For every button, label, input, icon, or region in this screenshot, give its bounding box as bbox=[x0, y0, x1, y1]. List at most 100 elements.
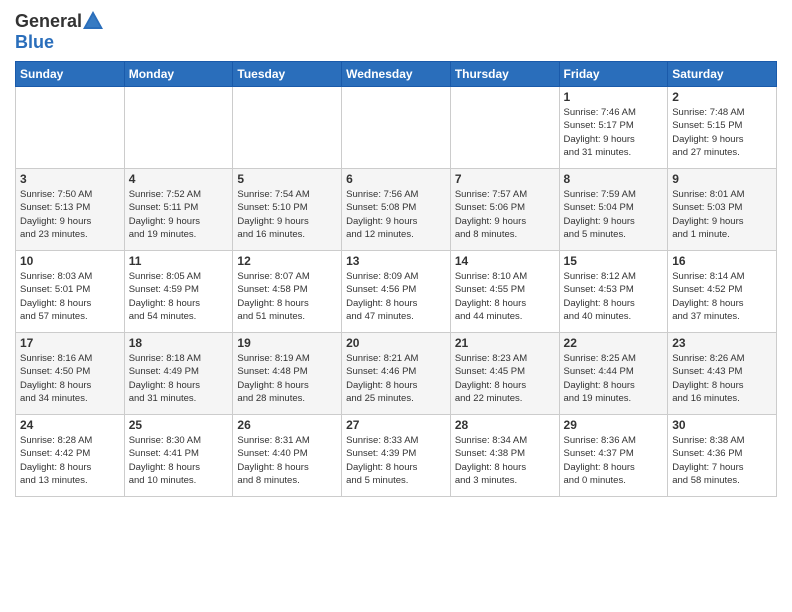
day-number: 28 bbox=[455, 418, 555, 432]
day-info: Sunrise: 8:18 AM Sunset: 4:49 PM Dayligh… bbox=[129, 352, 229, 405]
weekday-header-tuesday: Tuesday bbox=[233, 62, 342, 87]
day-info: Sunrise: 8:19 AM Sunset: 4:48 PM Dayligh… bbox=[237, 352, 337, 405]
calendar-cell: 26 Sunrise: 8:31 AM Sunset: 4:40 PM Dayli… bbox=[233, 415, 342, 497]
day-info: Sunrise: 8:07 AM Sunset: 4:58 PM Dayligh… bbox=[237, 270, 337, 323]
day-info: Sunrise: 8:36 AM Sunset: 4:37 PM Dayligh… bbox=[564, 434, 664, 487]
weekday-header-sunday: Sunday bbox=[16, 62, 125, 87]
day-info: Sunrise: 8:23 AM Sunset: 4:45 PM Dayligh… bbox=[455, 352, 555, 405]
logo-icon bbox=[82, 10, 104, 32]
calendar-cell: 13 Sunrise: 8:09 AM Sunset: 4:56 PM Dayli… bbox=[342, 251, 451, 333]
day-number: 13 bbox=[346, 254, 446, 268]
calendar-cell: 19 Sunrise: 8:19 AM Sunset: 4:48 PM Dayli… bbox=[233, 333, 342, 415]
day-info: Sunrise: 8:01 AM Sunset: 5:03 PM Dayligh… bbox=[672, 188, 772, 241]
weekday-header-wednesday: Wednesday bbox=[342, 62, 451, 87]
day-number: 7 bbox=[455, 172, 555, 186]
calendar-cell: 8 Sunrise: 7:59 AM Sunset: 5:04 PM Daylig… bbox=[559, 169, 668, 251]
calendar-cell bbox=[124, 87, 233, 169]
day-info: Sunrise: 7:52 AM Sunset: 5:11 PM Dayligh… bbox=[129, 188, 229, 241]
day-info: Sunrise: 8:09 AM Sunset: 4:56 PM Dayligh… bbox=[346, 270, 446, 323]
page-container: General Blue SundayMondayTuesdayWednesda… bbox=[0, 0, 792, 502]
day-info: Sunrise: 8:21 AM Sunset: 4:46 PM Dayligh… bbox=[346, 352, 446, 405]
calendar-cell: 21 Sunrise: 8:23 AM Sunset: 4:45 PM Dayli… bbox=[450, 333, 559, 415]
day-info: Sunrise: 7:54 AM Sunset: 5:10 PM Dayligh… bbox=[237, 188, 337, 241]
logo: General Blue bbox=[15, 10, 104, 53]
day-number: 11 bbox=[129, 254, 229, 268]
day-info: Sunrise: 8:05 AM Sunset: 4:59 PM Dayligh… bbox=[129, 270, 229, 323]
calendar-cell: 24 Sunrise: 8:28 AM Sunset: 4:42 PM Dayli… bbox=[16, 415, 125, 497]
day-info: Sunrise: 8:30 AM Sunset: 4:41 PM Dayligh… bbox=[129, 434, 229, 487]
day-number: 26 bbox=[237, 418, 337, 432]
day-number: 6 bbox=[346, 172, 446, 186]
calendar-cell: 30Sunrise: 8:38 AM Sunset: 4:36 PM Dayli… bbox=[668, 415, 777, 497]
day-number: 30 bbox=[672, 418, 772, 432]
calendar-cell bbox=[342, 87, 451, 169]
calendar-cell: 1Sunrise: 7:46 AM Sunset: 5:17 PM Daylig… bbox=[559, 87, 668, 169]
calendar-cell bbox=[233, 87, 342, 169]
calendar-week-4: 17 Sunrise: 8:16 AM Sunset: 4:50 PM Dayli… bbox=[16, 333, 777, 415]
day-number: 24 bbox=[20, 418, 120, 432]
weekday-header-row: SundayMondayTuesdayWednesdayThursdayFrid… bbox=[16, 62, 777, 87]
day-number: 18 bbox=[129, 336, 229, 350]
day-info: Sunrise: 7:56 AM Sunset: 5:08 PM Dayligh… bbox=[346, 188, 446, 241]
calendar-cell: 17 Sunrise: 8:16 AM Sunset: 4:50 PM Dayli… bbox=[16, 333, 125, 415]
day-info: Sunrise: 7:57 AM Sunset: 5:06 PM Dayligh… bbox=[455, 188, 555, 241]
day-number: 4 bbox=[129, 172, 229, 186]
day-number: 14 bbox=[455, 254, 555, 268]
day-number: 27 bbox=[346, 418, 446, 432]
calendar-week-3: 10 Sunrise: 8:03 AM Sunset: 5:01 PM Dayli… bbox=[16, 251, 777, 333]
day-info: Sunrise: 7:59 AM Sunset: 5:04 PM Dayligh… bbox=[564, 188, 664, 241]
day-info: Sunrise: 8:34 AM Sunset: 4:38 PM Dayligh… bbox=[455, 434, 555, 487]
calendar-cell: 27 Sunrise: 8:33 AM Sunset: 4:39 PM Dayli… bbox=[342, 415, 451, 497]
day-number: 8 bbox=[564, 172, 664, 186]
day-info: Sunrise: 8:03 AM Sunset: 5:01 PM Dayligh… bbox=[20, 270, 120, 323]
calendar-cell: 6 Sunrise: 7:56 AM Sunset: 5:08 PM Daylig… bbox=[342, 169, 451, 251]
calendar-cell: 16Sunrise: 8:14 AM Sunset: 4:52 PM Dayli… bbox=[668, 251, 777, 333]
calendar-cell: 2 Sunrise: 7:48 AM Sunset: 5:15 PM Daylig… bbox=[668, 87, 777, 169]
day-info: Sunrise: 8:31 AM Sunset: 4:40 PM Dayligh… bbox=[237, 434, 337, 487]
day-number: 1 bbox=[564, 90, 664, 104]
calendar-cell bbox=[16, 87, 125, 169]
day-number: 2 bbox=[672, 90, 772, 104]
day-number: 15 bbox=[564, 254, 664, 268]
weekday-header-thursday: Thursday bbox=[450, 62, 559, 87]
day-number: 3 bbox=[20, 172, 120, 186]
calendar-cell: 29 Sunrise: 8:36 AM Sunset: 4:37 PM Dayli… bbox=[559, 415, 668, 497]
calendar-cell: 9Sunrise: 8:01 AM Sunset: 5:03 PM Daylig… bbox=[668, 169, 777, 251]
day-number: 29 bbox=[564, 418, 664, 432]
weekday-header-monday: Monday bbox=[124, 62, 233, 87]
calendar-cell: 7 Sunrise: 7:57 AM Sunset: 5:06 PM Daylig… bbox=[450, 169, 559, 251]
calendar-table: SundayMondayTuesdayWednesdayThursdayFrid… bbox=[15, 61, 777, 497]
day-info: Sunrise: 7:48 AM Sunset: 5:15 PM Dayligh… bbox=[672, 106, 772, 159]
calendar-cell: 12 Sunrise: 8:07 AM Sunset: 4:58 PM Dayli… bbox=[233, 251, 342, 333]
day-number: 5 bbox=[237, 172, 337, 186]
calendar-cell: 15 Sunrise: 8:12 AM Sunset: 4:53 PM Dayli… bbox=[559, 251, 668, 333]
day-number: 12 bbox=[237, 254, 337, 268]
calendar-cell: 5 Sunrise: 7:54 AM Sunset: 5:10 PM Daylig… bbox=[233, 169, 342, 251]
day-number: 20 bbox=[346, 336, 446, 350]
calendar-cell: 25Sunrise: 8:30 AM Sunset: 4:41 PM Dayli… bbox=[124, 415, 233, 497]
weekday-header-saturday: Saturday bbox=[668, 62, 777, 87]
calendar-cell: 18 Sunrise: 8:18 AM Sunset: 4:49 PM Dayli… bbox=[124, 333, 233, 415]
day-info: Sunrise: 8:28 AM Sunset: 4:42 PM Dayligh… bbox=[20, 434, 120, 487]
calendar-cell: 3Sunrise: 7:50 AM Sunset: 5:13 PM Daylig… bbox=[16, 169, 125, 251]
calendar-cell: 28 Sunrise: 8:34 AM Sunset: 4:38 PM Dayli… bbox=[450, 415, 559, 497]
day-info: Sunrise: 8:33 AM Sunset: 4:39 PM Dayligh… bbox=[346, 434, 446, 487]
day-info: Sunrise: 8:10 AM Sunset: 4:55 PM Dayligh… bbox=[455, 270, 555, 323]
day-info: Sunrise: 8:14 AM Sunset: 4:52 PM Dayligh… bbox=[672, 270, 772, 323]
day-info: Sunrise: 8:25 AM Sunset: 4:44 PM Dayligh… bbox=[564, 352, 664, 405]
calendar-cell: 23Sunrise: 8:26 AM Sunset: 4:43 PM Dayli… bbox=[668, 333, 777, 415]
day-number: 19 bbox=[237, 336, 337, 350]
calendar-week-5: 24 Sunrise: 8:28 AM Sunset: 4:42 PM Dayli… bbox=[16, 415, 777, 497]
day-number: 22 bbox=[564, 336, 664, 350]
calendar-cell: 11 Sunrise: 8:05 AM Sunset: 4:59 PM Dayli… bbox=[124, 251, 233, 333]
day-number: 10 bbox=[20, 254, 120, 268]
calendar-cell: 14 Sunrise: 8:10 AM Sunset: 4:55 PM Dayli… bbox=[450, 251, 559, 333]
day-number: 17 bbox=[20, 336, 120, 350]
day-info: Sunrise: 8:16 AM Sunset: 4:50 PM Dayligh… bbox=[20, 352, 120, 405]
day-number: 23 bbox=[672, 336, 772, 350]
day-info: Sunrise: 8:12 AM Sunset: 4:53 PM Dayligh… bbox=[564, 270, 664, 323]
day-number: 21 bbox=[455, 336, 555, 350]
logo-blue-text: Blue bbox=[15, 32, 104, 53]
calendar-cell bbox=[450, 87, 559, 169]
calendar-week-2: 3Sunrise: 7:50 AM Sunset: 5:13 PM Daylig… bbox=[16, 169, 777, 251]
